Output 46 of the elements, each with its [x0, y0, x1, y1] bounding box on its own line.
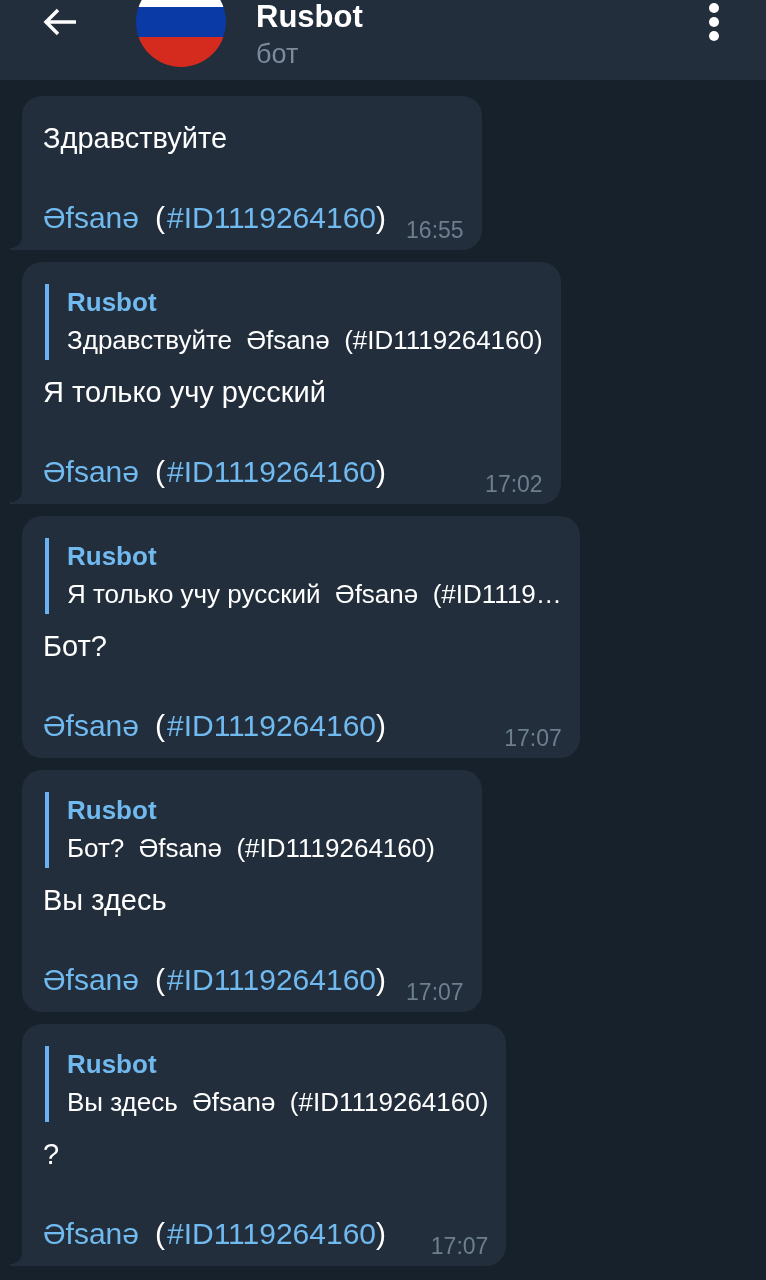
message-time: 17:07: [405, 979, 464, 1006]
signature-text: ): [376, 454, 387, 490]
signature-link[interactable]: #ID1119264160: [166, 706, 377, 746]
signature-link[interactable]: #ID1119264160: [166, 960, 377, 1000]
quote-author: Rusbot: [67, 286, 158, 319]
reply-quote[interactable]: Rusbot Вы здесь Əfsanə (#ID1119264160): [45, 1046, 489, 1122]
quote-author: Rusbot: [67, 540, 158, 573]
signature-text: (: [154, 200, 165, 236]
menu-icon[interactable]: [708, 2, 720, 42]
signature-link[interactable]: Əfsanə: [43, 706, 139, 746]
signature-text: ): [376, 1216, 387, 1252]
quote-text: Я только учу русский Əfsanə (#ID1119…: [67, 578, 562, 611]
signature-text: (: [154, 708, 165, 744]
reply-quote[interactable]: Rusbot Бот? Əfsanə (#ID1119264160): [45, 792, 464, 868]
signature-link[interactable]: Əfsanə: [43, 960, 139, 1000]
quote-text: Бот? Əfsanə (#ID1119264160): [67, 832, 436, 865]
message-time: 17:07: [503, 725, 562, 752]
signature-text: ): [376, 962, 387, 998]
quote-text: Здравствуйте Əfsanə (#ID1119264160): [67, 324, 543, 357]
signature-text: (: [154, 1216, 165, 1252]
signature-link[interactable]: Əfsanə: [43, 198, 139, 238]
quote-author: Rusbot: [67, 1048, 158, 1081]
signature-text: (: [154, 962, 165, 998]
reply-quote[interactable]: Rusbot Я только учу русский Əfsanə (#ID1119…: [45, 538, 562, 614]
signature-link[interactable]: #ID1119264160: [166, 198, 377, 238]
message-time: 16:55: [405, 217, 464, 244]
message-text: ?: [43, 1137, 61, 1172]
quote-author: Rusbot: [67, 794, 158, 827]
message-text: Бот?: [43, 629, 108, 664]
message-time: 17:07: [429, 1233, 489, 1260]
signature-link[interactable]: Əfsanə: [43, 452, 139, 492]
message-time: 17:02: [484, 471, 543, 498]
signature-link[interactable]: Əfsanə: [43, 1214, 139, 1254]
reply-quote[interactable]: Rusbot Здравствуйте Əfsanə (#ID1119264160): [45, 284, 543, 360]
signature-link[interactable]: #ID1119264160: [166, 452, 377, 492]
signature-text: ): [376, 708, 387, 744]
signature-link[interactable]: #ID1119264160: [166, 1214, 377, 1254]
back-icon[interactable]: [42, 7, 78, 37]
signature-text: (: [154, 454, 165, 490]
message-text: Вы здесь: [43, 883, 168, 918]
chat-subtitle: бот: [256, 38, 300, 71]
quote-text: Вы здесь Əfsanə (#ID1119264160): [67, 1086, 489, 1119]
message-text: Здравствуйте: [43, 121, 229, 156]
chat-title: Rusbot: [256, 0, 364, 34]
message-text: Я только учу русский: [43, 375, 327, 410]
signature-text: ): [376, 200, 387, 236]
